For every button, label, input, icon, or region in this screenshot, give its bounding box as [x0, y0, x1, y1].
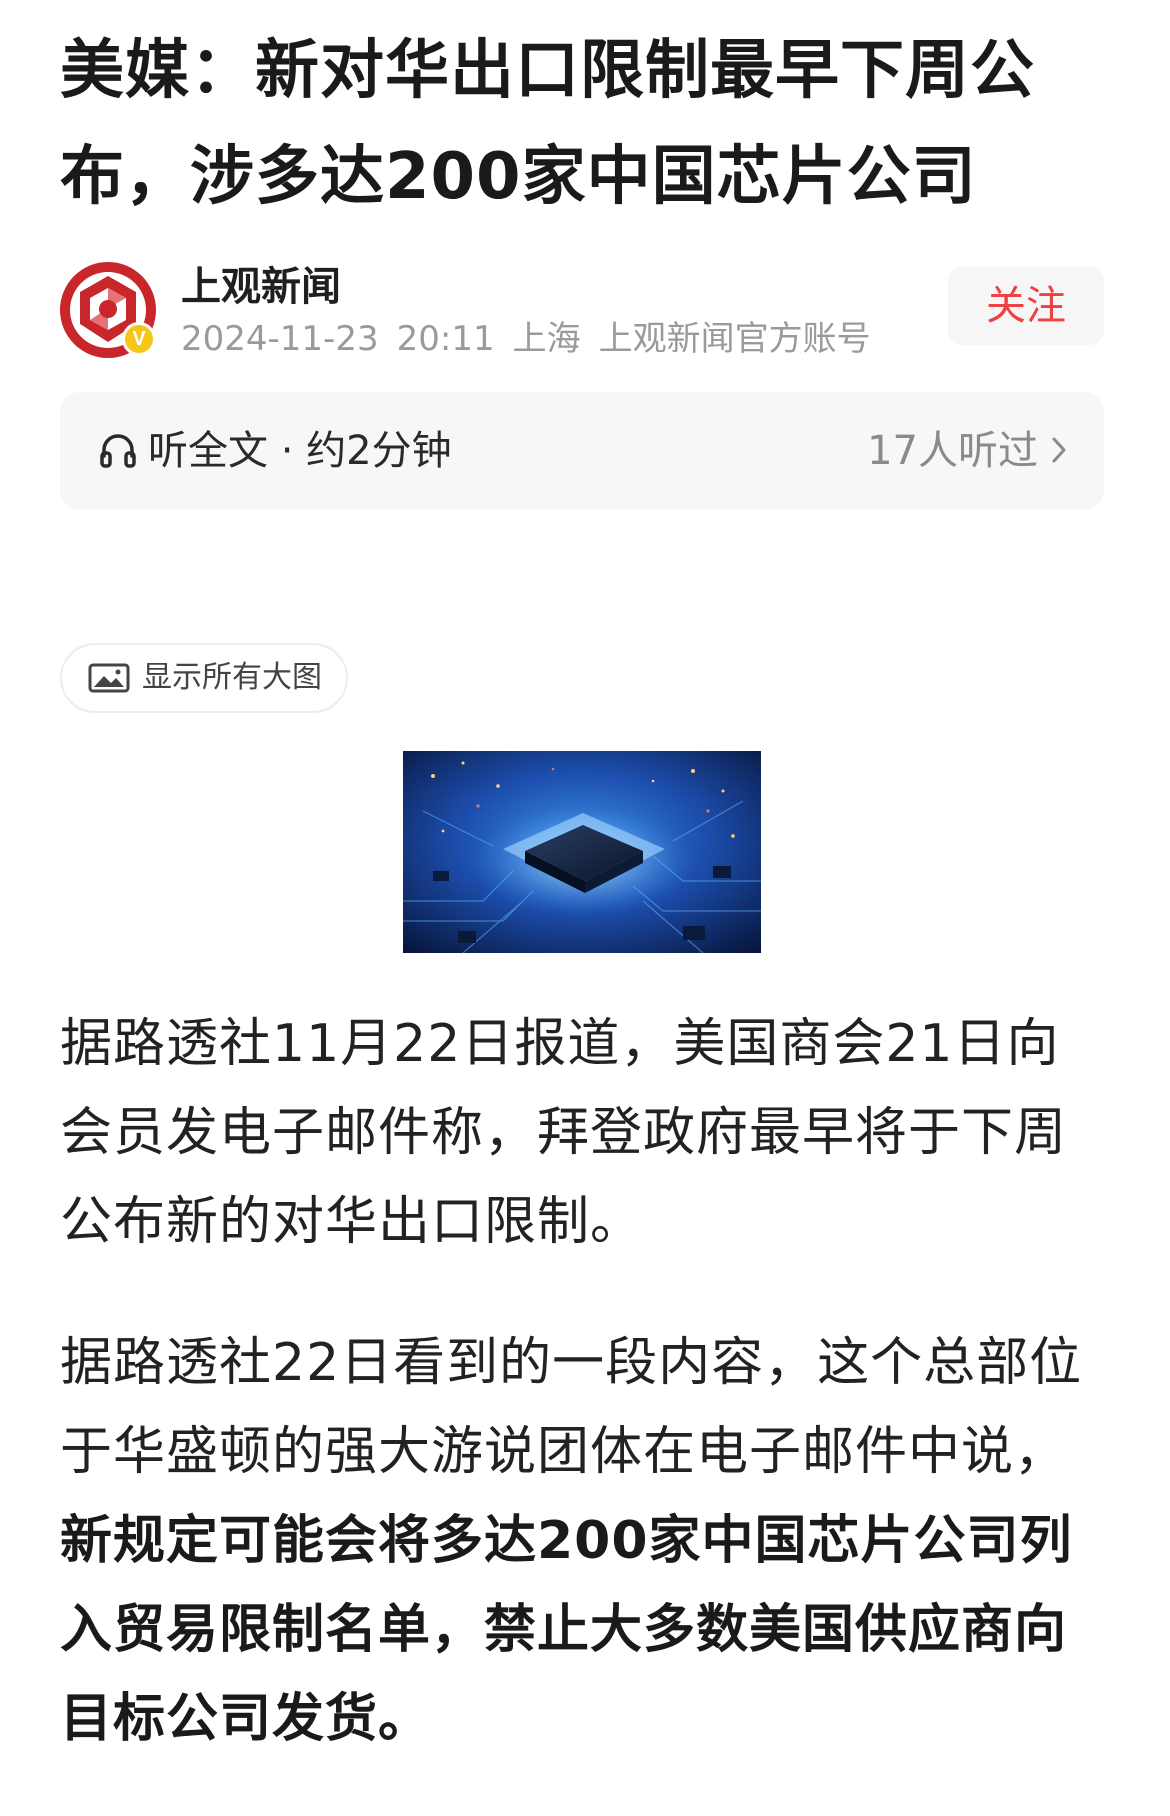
- listen-bar[interactable]: 听全文 · 约2分钟 17人听过: [60, 392, 1104, 510]
- publish-date: 2024-11-23: [181, 319, 379, 359]
- chip-image: [403, 751, 761, 953]
- author-row: V 上观新闻 2024-11-23 20:11 上海 上观新闻官方账号 关注: [60, 262, 1110, 362]
- verified-badge-icon: V: [122, 322, 156, 356]
- article-image[interactable]: [403, 751, 761, 953]
- article-title: 美媒：新对华出口限制最早下周公布，涉多达200家中国芯片公司: [60, 34, 1035, 214]
- follow-button[interactable]: 关注: [948, 267, 1104, 345]
- publish-location: 上海: [512, 319, 581, 359]
- chevron-right-icon: [1052, 437, 1066, 463]
- listeners-group: 17人听过: [867, 392, 1070, 510]
- article-paragraph: 据路透社11月22日报道，美国商会21日向会员发电子邮件称，拜登政府最早将于下周…: [60, 1014, 1068, 1252]
- listen-label-group: 听全文 · 约2分钟: [98, 392, 452, 510]
- avatar[interactable]: V: [60, 262, 156, 358]
- account-type: 上观新闻官方账号: [598, 319, 871, 359]
- author-meta: 2024-11-23 20:11 上海 上观新闻官方账号: [181, 317, 889, 361]
- headphones-icon: [100, 434, 136, 468]
- article-paragraph: 据路透社22日看到的一段内容，这个总部位于华盛顿的强大游说团体在电子邮件中说， 新…: [60, 1319, 1110, 1764]
- publish-time: 20:11: [396, 319, 495, 359]
- article-body: 据路透社11月22日报道，美国商会21日向会员发电子邮件称，拜登政府最早将于下周…: [60, 1000, 1110, 1816]
- author-name[interactable]: 上观新闻: [181, 262, 341, 312]
- listen-label: 听全文 · 约2分钟: [148, 428, 452, 474]
- paragraph-bold-text: 新规定可能会将多达200家中国芯片公司列入贸易限制名单，禁止大多数美国供应商向目…: [60, 1511, 1073, 1749]
- paragraph-text: 据路透社22日看到的一段内容，这个总部位于华盛顿的强大游说团体在电子邮件中说，: [60, 1333, 1083, 1482]
- show-all-images-label: 显示所有大图: [142, 660, 322, 695]
- show-all-images-button[interactable]: 显示所有大图: [60, 643, 348, 713]
- image-icon: [88, 663, 130, 693]
- listeners-count: 17人听过: [867, 428, 1038, 474]
